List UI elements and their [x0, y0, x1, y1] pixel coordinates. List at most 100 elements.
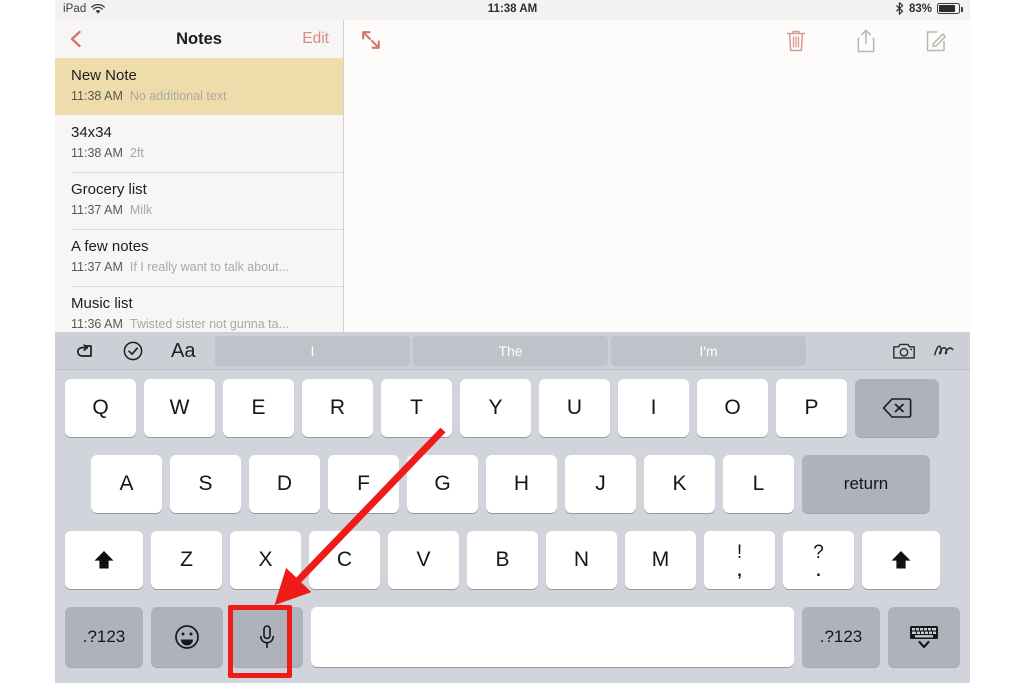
checklist-circle-icon[interactable]: [121, 339, 145, 363]
note-snippet: Milk: [129, 203, 153, 217]
trash-icon[interactable]: [784, 28, 808, 54]
note-detail-pane: [345, 20, 970, 332]
key[interactable]: O: [697, 379, 768, 437]
punctuation-key[interactable]: !,: [704, 531, 775, 589]
bluetooth-icon: [895, 2, 904, 15]
key[interactable]: R: [302, 379, 373, 437]
key[interactable]: E: [223, 379, 294, 437]
shift-arrow-icon: [891, 551, 911, 569]
hide-keyboard-key[interactable]: [888, 607, 960, 667]
note-time: 11:37 AM: [71, 260, 123, 274]
key[interactable]: B: [467, 531, 538, 589]
key[interactable]: V: [388, 531, 459, 589]
camera-icon[interactable]: [892, 339, 916, 363]
note-detail-navbar: [345, 20, 970, 60]
screenshot-root: iPad 11:38 AM 83% Notes Edit New Note 11…: [0, 0, 1024, 683]
note-snippet: If I really want to talk about...: [129, 260, 289, 274]
return-key[interactable]: return: [802, 455, 930, 513]
key[interactable]: N: [546, 531, 617, 589]
prediction-candidate[interactable]: I: [215, 336, 410, 366]
note-list-item[interactable]: New Note 11:38 AM No additional text: [55, 58, 343, 115]
note-snippet: 2ft: [129, 146, 144, 160]
backspace-key[interactable]: [855, 379, 939, 437]
note-title: A few notes: [71, 238, 149, 255]
backspace-icon: [882, 398, 912, 418]
key[interactable]: H: [486, 455, 557, 513]
edit-button[interactable]: Edit: [302, 30, 329, 48]
note-title: Grocery list: [71, 181, 147, 198]
note-list-item[interactable]: Grocery list 11:37 AM Milk: [55, 172, 343, 229]
keyboard-row-4: .?123 .?123: [55, 598, 970, 676]
key[interactable]: Z: [151, 531, 222, 589]
key[interactable]: J: [565, 455, 636, 513]
undo-icon[interactable]: [71, 339, 95, 363]
note-title: Music list: [71, 295, 133, 312]
keyboard-toolbar-left: Aa: [71, 332, 195, 370]
key[interactable]: U: [539, 379, 610, 437]
note-meta: 11:37 AM Milk: [71, 202, 329, 218]
key[interactable]: P: [776, 379, 847, 437]
note-time: 11:37 AM: [71, 203, 123, 217]
expand-arrows-icon[interactable]: [360, 29, 382, 51]
note-detail-actions: [784, 28, 948, 54]
key[interactable]: X: [230, 531, 301, 589]
note-list-item[interactable]: A few notes 11:37 AM If I really want to t…: [55, 229, 343, 286]
key[interactable]: S: [170, 455, 241, 513]
prediction-bar: Aa I The I'm: [55, 332, 970, 370]
prediction-candidate[interactable]: I'm: [611, 336, 806, 366]
shift-key-right[interactable]: [862, 531, 940, 589]
note-snippet: Twisted sister not gunna ta...: [129, 317, 290, 331]
ipad-viewport: iPad 11:38 AM 83% Notes Edit New Note 11…: [55, 0, 970, 683]
key[interactable]: Y: [460, 379, 531, 437]
notes-list: New Note 11:38 AM No additional text 34x34 1…: [55, 58, 343, 332]
keyboard-toolbar-right: [892, 332, 956, 370]
shift-key-left[interactable]: [65, 531, 143, 589]
note-snippet: No additional text: [129, 89, 227, 103]
key[interactable]: I: [618, 379, 689, 437]
key[interactable]: A: [91, 455, 162, 513]
key-rows: QWERTYUIOP A S D F G H J K Lreturn Z X C V B N M!,?. .…: [55, 370, 970, 676]
note-meta: 11:37 AM If I really want to talk about..…: [71, 259, 329, 275]
status-bar: iPad 11:38 AM 83%: [55, 0, 970, 20]
note-time: 11:36 AM: [71, 317, 123, 331]
key[interactable]: C: [309, 531, 380, 589]
note-list-item[interactable]: Music list 11:36 AM Twisted sister not gun…: [55, 286, 343, 332]
punctuation-primary: !: [736, 541, 743, 563]
note-body-text[interactable]: [345, 60, 970, 80]
key[interactable]: D: [249, 455, 320, 513]
note-meta: 11:36 AM Twisted sister not gunna ta...: [71, 316, 329, 332]
key[interactable]: M: [625, 531, 696, 589]
key[interactable]: Q: [65, 379, 136, 437]
punctuation-key[interactable]: ?.: [783, 531, 854, 589]
page-title: Notes: [176, 29, 222, 48]
key[interactable]: W: [144, 379, 215, 437]
note-time: 11:38 AM: [71, 146, 123, 160]
key[interactable]: G: [407, 455, 478, 513]
keyboard-row-3: Z X C V B N M!,?.: [55, 522, 970, 598]
share-icon[interactable]: [854, 28, 878, 54]
key[interactable]: F: [328, 455, 399, 513]
notes-list-pane: Notes Edit New Note 11:38 AM No additional…: [55, 20, 344, 332]
numbers-key-right[interactable]: .?123: [802, 607, 880, 667]
compose-icon[interactable]: [924, 28, 948, 54]
prediction-candidate[interactable]: The: [413, 336, 608, 366]
punctuation-primary: ?: [813, 541, 824, 563]
text-format-button[interactable]: Aa: [171, 339, 195, 363]
note-list-item[interactable]: 34x34 11:38 AM 2ft: [55, 115, 343, 172]
handwriting-squiggle-icon[interactable]: [932, 339, 956, 363]
key[interactable]: T: [381, 379, 452, 437]
numbers-key-left[interactable]: .?123: [65, 607, 143, 667]
key[interactable]: L: [723, 455, 794, 513]
shift-arrow-icon: [94, 551, 114, 569]
space-key[interactable]: [311, 607, 794, 667]
emoji-key[interactable]: [151, 607, 223, 667]
keyboard-row-2: A S D F G H J K Lreturn: [55, 446, 970, 522]
key[interactable]: K: [644, 455, 715, 513]
note-meta: 11:38 AM No additional text: [71, 88, 329, 104]
note-meta: 11:38 AM 2ft: [71, 145, 329, 161]
microphone-key-highlight-box: [228, 605, 292, 678]
note-title: New Note: [71, 67, 137, 84]
note-title: 34x34: [71, 124, 112, 141]
keyboard-row-1: QWERTYUIOP: [55, 370, 970, 446]
punctuation-secondary: ,: [737, 560, 742, 580]
